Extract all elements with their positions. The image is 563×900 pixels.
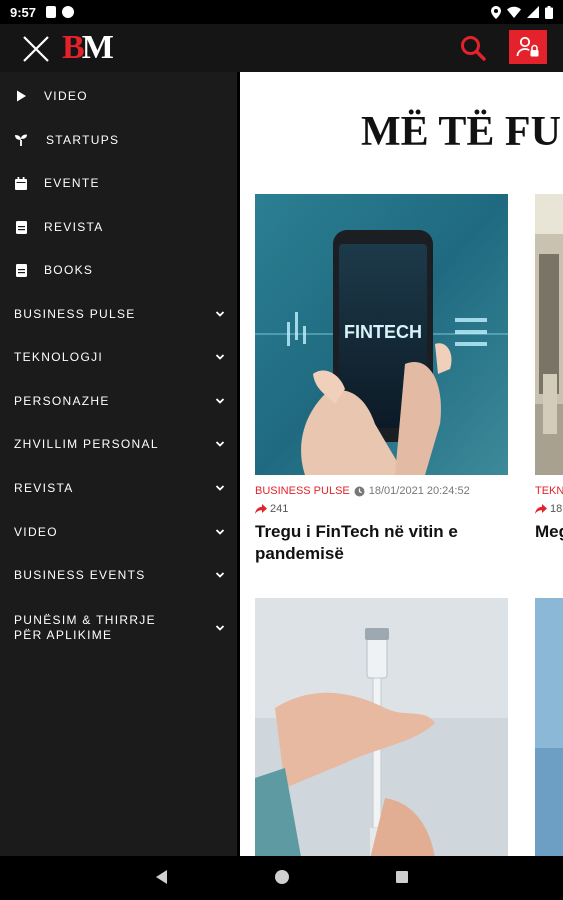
- location-icon: [491, 5, 501, 19]
- brand-logo[interactable]: B M: [62, 29, 114, 66]
- nav-section-label: TEKNOLOGJI: [14, 350, 104, 364]
- app-bar: B M: [0, 24, 563, 72]
- logo-letter-m: M: [81, 29, 114, 66]
- article-shares: 241: [255, 503, 508, 515]
- user-lock-icon: [516, 36, 539, 57]
- recents-icon[interactable]: [395, 869, 409, 885]
- chevron-down-icon: [215, 572, 225, 578]
- article-image[interactable]: [255, 598, 508, 856]
- chevron-down-icon: [215, 354, 225, 360]
- document-icon: [14, 263, 28, 277]
- nav-section-zhvillim-personal[interactable]: ZHVILLIM PERSONAL: [0, 430, 237, 458]
- nav-item-books[interactable]: BOOKS: [0, 256, 237, 284]
- drawer-edge: [237, 72, 240, 856]
- article-image[interactable]: FINTECH: [255, 194, 508, 475]
- nav-section-business-events[interactable]: BUSINESS EVENTS: [0, 561, 237, 589]
- nav-section-label: VIDEO: [14, 525, 58, 539]
- notification-icon: [46, 6, 57, 18]
- nav-section-label: ZHVILLIM PERSONAL: [14, 437, 159, 451]
- app-notification-icon: [62, 6, 75, 18]
- chevron-down-icon: [215, 311, 225, 317]
- wifi-icon: [507, 6, 521, 18]
- nav-item-video[interactable]: VIDEO: [0, 82, 237, 110]
- play-icon: [14, 89, 28, 103]
- nav-section-punesim-thirrje[interactable]: PUNËSIM & THIRRJE PËR APLIKIME: [0, 608, 237, 648]
- article-image-text: FINTECH: [344, 322, 422, 342]
- nav-item-evente[interactable]: EVENTE: [0, 169, 237, 197]
- nav-section-revista[interactable]: REVISTA: [0, 474, 237, 502]
- share-count: 18: [550, 503, 563, 515]
- close-icon: [23, 36, 49, 62]
- section-title: MË TË FU: [361, 109, 561, 155]
- article-card[interactable]: TEKN 18 Meg për: [535, 194, 563, 543]
- share-arrow-icon: [255, 504, 267, 514]
- article-category[interactable]: BUSINESS PULSE: [255, 485, 350, 497]
- article-category[interactable]: TEKN: [535, 485, 563, 497]
- status-time: 9:57: [10, 4, 37, 20]
- nav-item-label: BOOKS: [44, 263, 94, 277]
- article-card[interactable]: [535, 598, 563, 856]
- article-image[interactable]: [535, 194, 563, 475]
- nav-item-label: VIDEO: [44, 89, 88, 103]
- chevron-down-icon: [215, 485, 225, 491]
- search-button[interactable]: [459, 34, 487, 62]
- main-content: MË TË FU FINTECH BUSINESS PULSE 18/01/20…: [240, 72, 563, 856]
- status-bar: 9:57: [0, 0, 563, 24]
- account-button[interactable]: [509, 30, 547, 64]
- article-title[interactable]: Meg për: [535, 521, 563, 543]
- chevron-down-icon: [215, 529, 225, 535]
- home-icon[interactable]: [274, 869, 290, 885]
- nav-section-label: PERSONAZHE: [14, 394, 110, 408]
- article-meta: TEKN: [535, 485, 563, 497]
- article-title[interactable]: Tregu i FinTech në vitin e pandemisë: [255, 521, 508, 565]
- nav-section-label: PUNËSIM & THIRRJE PËR APLIKIME: [14, 613, 156, 642]
- calendar-icon: [14, 176, 28, 190]
- nav-section-label: BUSINESS PULSE: [14, 307, 136, 321]
- article-card[interactable]: FINTECH BUSINESS PULSE 18/01/2021 20:24:…: [255, 194, 508, 565]
- article-image[interactable]: [535, 598, 563, 856]
- nav-section-personazhe[interactable]: PERSONAZHE: [0, 387, 237, 415]
- nav-section-label: BUSINESS EVENTS: [14, 568, 146, 582]
- article-meta: BUSINESS PULSE 18/01/2021 20:24:52: [255, 485, 508, 497]
- document-icon: [14, 220, 28, 234]
- article-shares: 18: [535, 503, 563, 515]
- navigation-drawer: VIDEO STARTUPS EVENTE REVISTA BOOKS BUSI…: [0, 72, 240, 856]
- system-navigation-bar: [0, 856, 563, 900]
- chevron-down-icon: [215, 398, 225, 404]
- battery-icon: [545, 5, 553, 19]
- article-date: 18/01/2021 20:24:52: [368, 485, 470, 497]
- clock-icon: [354, 486, 365, 496]
- back-icon[interactable]: [154, 869, 168, 885]
- nav-item-label: REVISTA: [44, 220, 104, 234]
- nav-section-label: REVISTA: [14, 481, 74, 495]
- share-count: 241: [270, 503, 289, 515]
- nav-item-label: STARTUPS: [46, 133, 120, 147]
- nav-section-teknologji[interactable]: TEKNOLOGJI: [0, 343, 237, 371]
- sprout-icon: [14, 133, 28, 147]
- article-card[interactable]: [255, 598, 508, 856]
- nav-item-label: EVENTE: [44, 176, 100, 190]
- nav-item-startups[interactable]: STARTUPS: [0, 126, 237, 154]
- nav-section-video[interactable]: VIDEO: [0, 518, 237, 546]
- nav-item-revista[interactable]: REVISTA: [0, 213, 237, 241]
- nav-section-business-pulse[interactable]: BUSINESS PULSE: [0, 300, 237, 328]
- logo-letter-b: B: [62, 29, 85, 66]
- close-menu-button[interactable]: [20, 33, 52, 65]
- share-arrow-icon: [535, 504, 547, 514]
- search-icon: [461, 36, 486, 61]
- chevron-down-icon: [215, 625, 225, 631]
- chevron-down-icon: [215, 441, 225, 447]
- signal-icon: [527, 6, 539, 18]
